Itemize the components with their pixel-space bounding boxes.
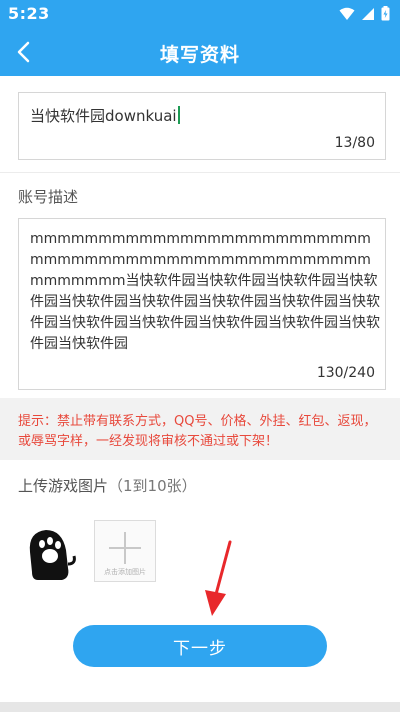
game-name-char-count: 13/80 (334, 135, 375, 151)
status-time: 5:23 (8, 4, 50, 23)
red-arrow-annotation-icon (205, 540, 232, 616)
plus-icon-vertical (124, 532, 126, 564)
app-bar: 填写资料 (0, 28, 400, 76)
uploaded-image-thumbnail[interactable] (22, 524, 78, 584)
notice-text: 提示：禁止带有联系方式，QQ号、价格、外挂、红包、返现，或辱骂字样，一经发现将审… (18, 414, 377, 449)
account-desc-value: mmmmmmmmmmmmmmmmmmmmmmmmmmmmmmmmmmmmmmmm… (30, 231, 380, 352)
account-desc-label: 账号描述 (18, 188, 79, 206)
status-bar: 5:23 (0, 0, 400, 28)
account-desc-char-count: 130/240 (316, 365, 375, 381)
account-desc-field[interactable]: mmmmmmmmmmmmmmmmmmmmmmmmmmmmmmmmmmmmmmmm… (18, 218, 386, 390)
upload-label-row: 上传游戏图片（1到10张） (18, 475, 197, 496)
text-cursor (177, 106, 180, 124)
add-image-button[interactable]: 点击添加图片 (94, 520, 156, 582)
notice-banner: 提示：禁止带有联系方式，QQ号、价格、外挂、红包、返现，或辱骂字样，一经发现将审… (0, 398, 400, 460)
next-step-button[interactable]: 下一步 (73, 625, 327, 667)
battery-icon (381, 6, 390, 21)
game-name-field[interactable]: 当快软件园downkuai 13/80 (18, 92, 386, 160)
game-name-value-wrap: 当快软件园downkuai (30, 105, 180, 126)
upload-hint: （1到10张） (108, 477, 197, 495)
divider (0, 172, 400, 173)
wifi-icon (339, 7, 355, 20)
page-title: 填写资料 (159, 44, 240, 66)
bottom-strip (0, 702, 400, 712)
upload-label: 上传游戏图片 (18, 477, 109, 495)
status-icons (339, 6, 390, 21)
game-name-value: 当快软件园downkuai (30, 107, 177, 125)
add-image-caption: 点击添加图片 (104, 568, 146, 576)
signal-icon (362, 7, 374, 20)
